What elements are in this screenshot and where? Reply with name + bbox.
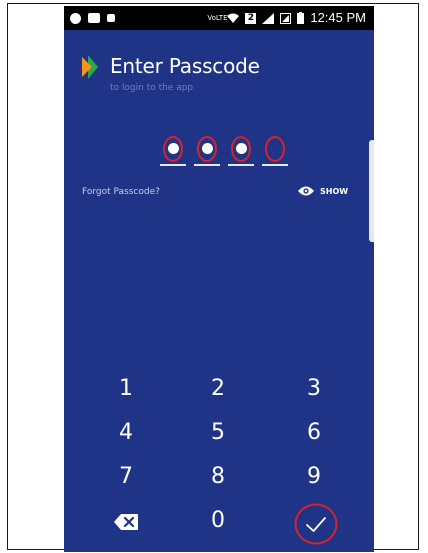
- passcode-digit-4: [262, 134, 290, 166]
- key-6[interactable]: 6: [284, 414, 344, 452]
- page-subtitle: to login to the app: [110, 83, 194, 93]
- key-4[interactable]: 4: [96, 414, 156, 452]
- digit-underline: [160, 164, 186, 166]
- highlight-ring: [163, 136, 183, 162]
- highlight-ring: [265, 136, 285, 162]
- passcode-screen: VoLTE 2 12:45 PM Enter Passcode to login…: [64, 6, 374, 552]
- volte-label: VoLTE: [207, 14, 228, 22]
- digit-underline: [228, 164, 254, 166]
- show-label: SHOW: [320, 186, 349, 196]
- confirm-button[interactable]: [294, 503, 338, 545]
- chat-icon: [88, 13, 100, 23]
- key-0[interactable]: 0: [188, 502, 248, 540]
- key-8[interactable]: 8: [188, 458, 248, 496]
- signal-icon: [262, 12, 275, 24]
- forgot-passcode-link[interactable]: Forgot Passcode?: [82, 186, 160, 198]
- passcode-field[interactable]: [160, 134, 290, 174]
- key-1[interactable]: 1: [96, 370, 156, 408]
- notification-icons: [70, 6, 115, 30]
- key-7[interactable]: 7: [96, 458, 156, 496]
- backspace-icon[interactable]: [114, 514, 138, 530]
- passcode-digit-1: [160, 134, 188, 166]
- digit-underline: [262, 164, 288, 166]
- checkmark-icon: [306, 517, 326, 532]
- show-passcode-button[interactable]: SHOW: [298, 182, 348, 200]
- page-title: Enter Passcode: [110, 54, 260, 78]
- battery-icon: [297, 12, 305, 24]
- system-icons: VoLTE 2 12:45 PM: [207, 6, 366, 30]
- key-3[interactable]: 3: [284, 370, 344, 408]
- key-9[interactable]: 9: [284, 458, 344, 496]
- highlight-ring: [231, 136, 251, 162]
- status-bar: VoLTE 2 12:45 PM: [64, 6, 374, 30]
- sim-badge: 2: [245, 12, 257, 24]
- digit-underline: [194, 164, 220, 166]
- eye-icon: [298, 186, 314, 196]
- clock: 12:45 PM: [310, 10, 366, 25]
- key-5[interactable]: 5: [188, 414, 248, 452]
- media-icon: [107, 14, 115, 22]
- bhim-flag-icon: [82, 55, 98, 79]
- notification-app-icon: [70, 12, 81, 24]
- key-2[interactable]: 2: [188, 370, 248, 408]
- passcode-digit-3: [228, 134, 256, 166]
- wifi-icon: [227, 13, 240, 23]
- numeric-keypad: 1 2 3 4 5 6 7 8 9 0: [64, 368, 374, 548]
- passcode-digit-2: [194, 134, 222, 166]
- signal-2-icon: [280, 12, 292, 24]
- scroll-handle[interactable]: [369, 140, 374, 242]
- highlight-ring: [197, 136, 217, 162]
